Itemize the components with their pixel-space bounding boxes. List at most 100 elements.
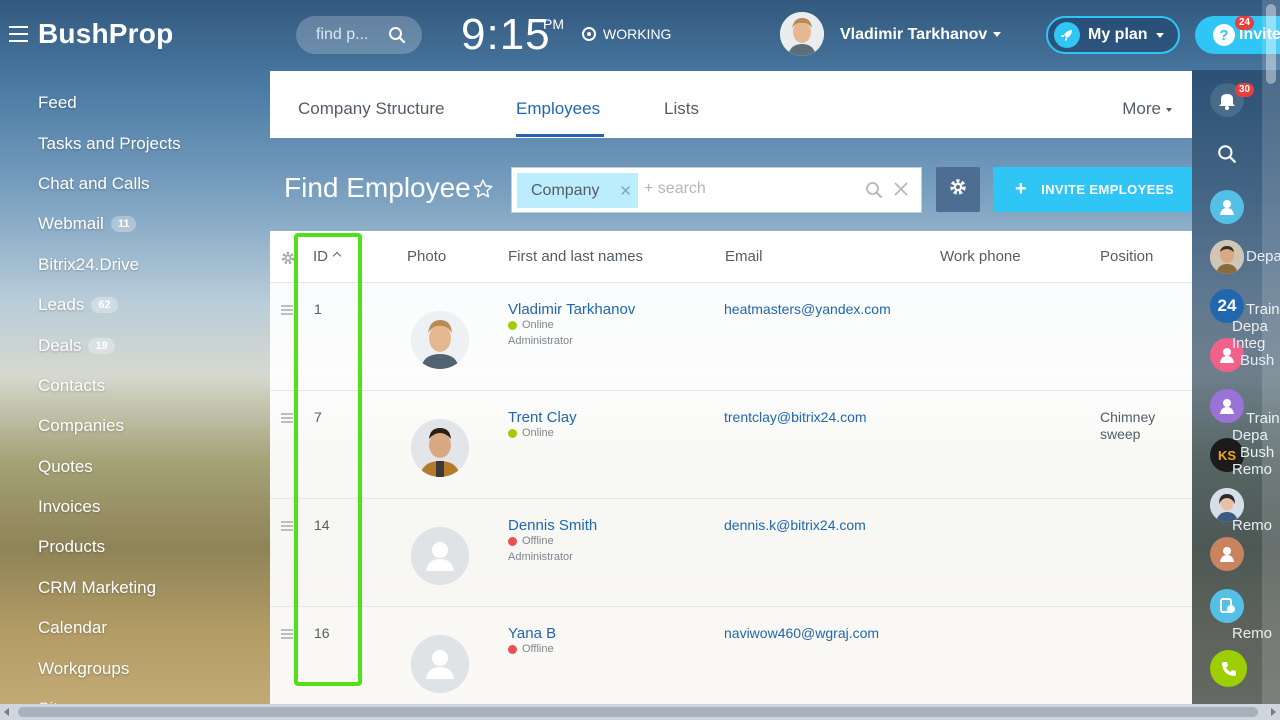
sidebar-item-label: Products (38, 537, 106, 557)
tab-lists[interactable]: Lists (664, 99, 699, 119)
sidebar-item-companies[interactable]: Companies (38, 406, 258, 446)
employee-name-link[interactable]: Dennis Smith (508, 517, 597, 534)
contact-person-icon[interactable] (1210, 190, 1244, 224)
employee-name-link[interactable]: Vladimir Tarkhanov (508, 301, 635, 318)
employee-name-link[interactable]: Yana B (508, 625, 556, 642)
contact-person-icon[interactable] (1210, 537, 1244, 571)
global-search[interactable] (296, 16, 422, 54)
invite-badge: 24 (1235, 16, 1255, 30)
table-row[interactable]: 16 Yana B Offline naviwow460@wgraj.com (270, 607, 1192, 706)
employee-photo[interactable] (411, 635, 469, 693)
user-name[interactable]: Vladimir Tarkhanov (840, 26, 987, 44)
table-row[interactable]: 14 Dennis Smith Offline Administrator dennis… (270, 499, 1192, 607)
employee-email-link[interactable]: heatmasters@yandex.com (724, 301, 891, 317)
search-icon[interactable] (388, 26, 406, 49)
phone-call-icon[interactable] (1210, 650, 1247, 687)
sidebar-item-quotes[interactable]: Quotes (38, 447, 258, 487)
presence-dot-icon (508, 320, 517, 330)
vertical-scrollbar[interactable] (1262, 0, 1280, 704)
sidebar-item-chat-and-calls[interactable]: Chat and Calls (38, 164, 258, 204)
record-icon (582, 27, 596, 41)
filter-search-input[interactable] (644, 180, 854, 198)
sidebar-item-products[interactable]: Products (38, 527, 258, 567)
clock-time[interactable]: 9:15 (461, 10, 551, 60)
sidebar-item-bitrix24-drive[interactable]: Bitrix24.Drive (38, 245, 258, 285)
presence-label: Offline (522, 535, 554, 547)
employee-photo[interactable] (411, 311, 469, 369)
user-avatar[interactable] (780, 12, 824, 56)
contact-person-icon[interactable] (1210, 389, 1244, 423)
remove-filter-close-icon[interactable]: ✕ (619, 182, 632, 200)
plus-icon: + (1015, 178, 1028, 200)
presence-label: Online (522, 427, 554, 439)
column-header-work-phone[interactable]: Work phone (940, 248, 1021, 265)
column-header-photo[interactable]: Photo (407, 248, 446, 265)
drag-handle-icon[interactable] (281, 413, 293, 425)
global-search-input[interactable] (316, 26, 378, 44)
sidebar-item-label: Contacts (38, 375, 106, 395)
employee-email-link[interactable]: naviwow460@wgraj.com (724, 625, 879, 641)
column-header-position[interactable]: Position (1100, 248, 1153, 265)
my-plan-button[interactable]: My plan (1046, 16, 1180, 54)
vertical-scrollbar-thumb[interactable] (1266, 4, 1276, 84)
sidebar-item-crm-marketing[interactable]: CRM Marketing (38, 568, 258, 608)
search-icon[interactable] (865, 181, 883, 204)
sidebar-item-label: CRM Marketing (38, 577, 157, 597)
screen-share-icon[interactable] (1210, 589, 1244, 623)
left-menu: Feed Tasks and Projects Chat and Calls Webm… (38, 83, 258, 720)
tab-company-structure[interactable]: Company Structure (298, 99, 444, 119)
sidebar-item-workgroups[interactable]: Workgroups (38, 648, 258, 688)
table-header: ID Photo First and last names Email Work… (270, 231, 1192, 283)
invite-employees-button[interactable]: + INVITE EMPLOYEES (993, 167, 1192, 212)
work-status[interactable]: WORKING (582, 26, 671, 42)
sidebar-item-contacts[interactable]: Contacts (38, 366, 258, 406)
sidebar-item-label: Leads (38, 295, 85, 315)
drag-handle-icon[interactable] (281, 305, 293, 317)
clear-close-icon[interactable] (893, 181, 909, 202)
sidebar-item-webmail[interactable]: Webmail 11 (38, 204, 258, 244)
tab-employees[interactable]: Employees (516, 99, 600, 119)
sidebar-item-label: Feed (38, 93, 77, 113)
presence-status: Online (508, 319, 554, 331)
employee-photo[interactable] (411, 527, 469, 585)
presence-status: Offline (508, 535, 554, 547)
drag-handle-icon[interactable] (281, 521, 293, 533)
search-icon[interactable] (1210, 137, 1244, 171)
scroll-right-arrow-icon[interactable] (1271, 708, 1276, 716)
sidebar-item-label: Webmail (38, 214, 104, 234)
sidebar-item-tasks-and-projects[interactable]: Tasks and Projects (38, 123, 258, 163)
sidebar-item-feed[interactable]: Feed (38, 83, 258, 123)
sidebar-item-label: Invoices (38, 497, 101, 517)
employee-name-link[interactable]: Trent Clay (508, 409, 577, 426)
filter-settings-button[interactable] (936, 167, 980, 212)
sidebar-item-calendar[interactable]: Calendar (38, 608, 258, 648)
employee-email-link[interactable]: trentclay@bitrix24.com (724, 409, 867, 425)
column-header-id[interactable]: ID (313, 248, 342, 265)
column-settings-gear-icon[interactable] (280, 250, 296, 271)
presence-status: Offline (508, 643, 554, 655)
employee-email-link[interactable]: dennis.k@bitrix24.com (724, 517, 866, 533)
sidebar-item-deals[interactable]: Deals 19 (38, 325, 258, 365)
contact-text: Integ (1232, 335, 1266, 352)
user-menu-chevron-down-icon[interactable] (993, 32, 1001, 37)
employee-position: Chimney sweep (1100, 409, 1156, 442)
contact-avatar[interactable] (1210, 240, 1244, 274)
filter-search-box[interactable]: Company ✕ (511, 167, 922, 213)
portal-logo[interactable]: BushProp (38, 18, 173, 50)
horizontal-scrollbar-thumb[interactable] (18, 707, 1258, 717)
employee-photo[interactable] (411, 419, 469, 477)
table-row[interactable]: 7 Trent Clay Online trentclay@bitrix24.com C… (270, 391, 1192, 499)
menu-burger-icon[interactable] (9, 26, 28, 42)
column-header-name[interactable]: First and last names (508, 248, 643, 265)
drag-handle-icon[interactable] (281, 629, 293, 641)
table-row[interactable]: 1 Vladimir Tarkhanov Online Administrator he… (270, 283, 1192, 391)
scroll-left-arrow-icon[interactable] (4, 708, 9, 716)
favorite-star-icon[interactable] (472, 178, 494, 205)
sidebar-item-invoices[interactable]: Invoices (38, 487, 258, 527)
column-header-email[interactable]: Email (725, 248, 763, 265)
tab-more[interactable]: More (1122, 99, 1172, 119)
horizontal-scrollbar[interactable] (0, 704, 1280, 720)
sidebar-item-leads[interactable]: Leads 62 (38, 285, 258, 325)
filter-chip-company[interactable]: Company ✕ (517, 173, 638, 208)
cell-id: 7 (314, 409, 322, 425)
